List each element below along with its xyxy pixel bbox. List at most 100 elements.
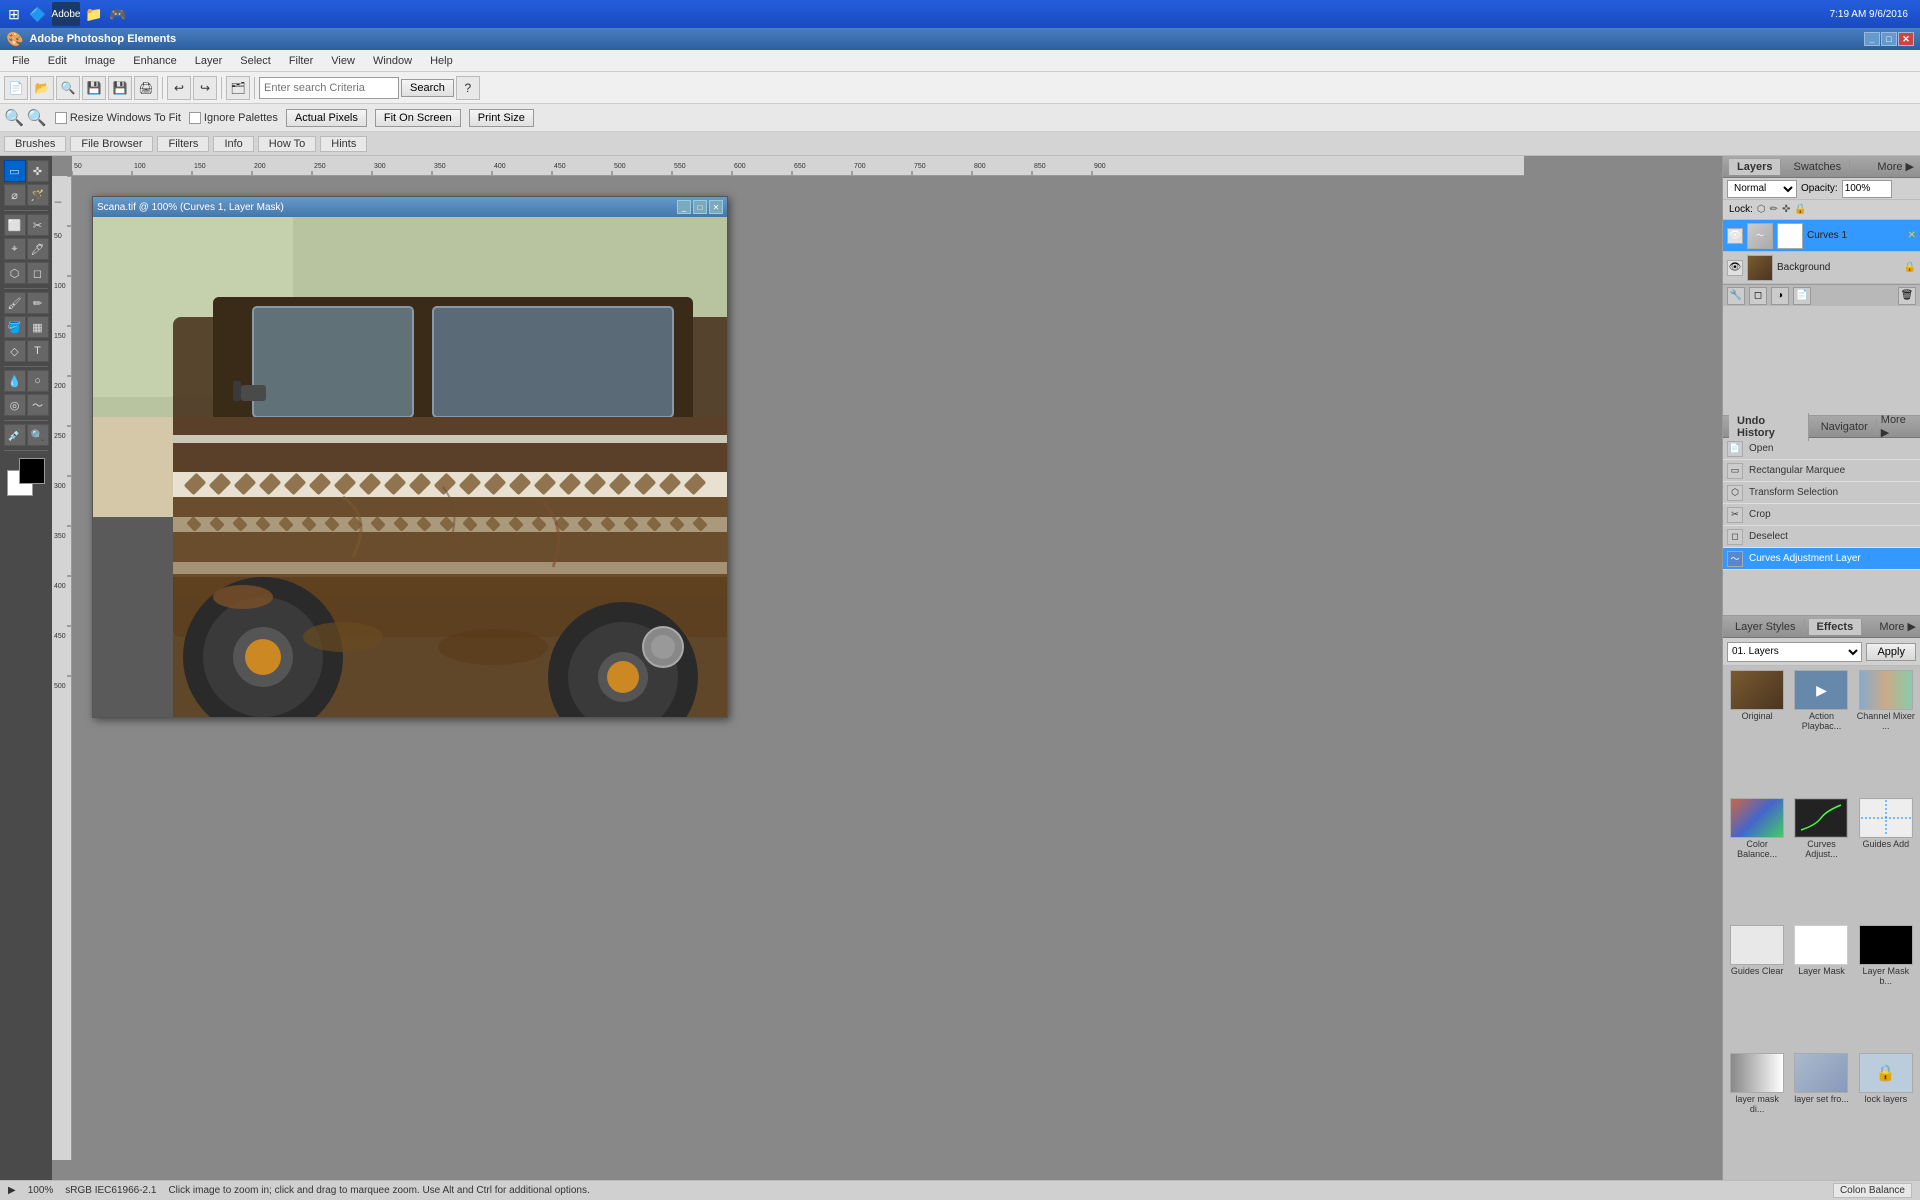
new-layer-button[interactable]: 📄 bbox=[1793, 287, 1811, 305]
effects-category-select[interactable]: 01. Layers bbox=[1727, 642, 1862, 662]
healing-brush[interactable]: ⌖ bbox=[4, 238, 26, 260]
menu-view[interactable]: View bbox=[323, 53, 363, 69]
menu-enhance[interactable]: Enhance bbox=[125, 53, 184, 69]
eraser-tool[interactable]: ⬡ bbox=[4, 262, 26, 284]
filters-button[interactable]: Filters bbox=[157, 136, 209, 152]
search-button[interactable]: Search bbox=[401, 79, 454, 97]
start-button[interactable]: ⊞ bbox=[4, 4, 24, 24]
layers-more-button[interactable]: More ▶ bbox=[1877, 160, 1914, 173]
history-curves[interactable]: 〜 Curves Adjustment Layer bbox=[1723, 548, 1920, 570]
taskbar-icon-1[interactable]: 🔷 bbox=[28, 4, 48, 24]
shape-tool[interactable]: ◇ bbox=[4, 340, 26, 362]
taskbar-icon-3[interactable]: 📁 bbox=[84, 4, 104, 24]
redo-button[interactable]: ↪ bbox=[193, 76, 217, 100]
crop-tool[interactable]: ⬜ bbox=[4, 214, 26, 236]
photo-canvas[interactable] bbox=[93, 217, 727, 717]
search-input[interactable] bbox=[264, 82, 394, 94]
new-fill-layer-button[interactable]: ◑ bbox=[1771, 287, 1789, 305]
brushes-button[interactable]: Brushes bbox=[4, 136, 66, 152]
resize-windows-checkbox[interactable] bbox=[55, 112, 67, 124]
doc-maximize[interactable]: □ bbox=[693, 200, 707, 214]
effect-guides-clear[interactable]: Guides Clear bbox=[1727, 925, 1787, 1049]
lock-position-icon[interactable]: ✜ bbox=[1782, 204, 1790, 215]
open-button[interactable]: 📂 bbox=[30, 76, 54, 100]
print-button[interactable]: 🖨 bbox=[134, 76, 158, 100]
layer-visibility-bg[interactable]: 👁 bbox=[1727, 260, 1743, 276]
doc-minimize[interactable]: _ bbox=[677, 200, 691, 214]
menu-help[interactable]: Help bbox=[422, 53, 461, 69]
minimize-button[interactable]: _ bbox=[1864, 32, 1880, 46]
zoom-minus-icon[interactable]: 🔍 bbox=[27, 108, 47, 128]
lock-all-icon[interactable]: 🔒 bbox=[1794, 204, 1806, 215]
search-box[interactable] bbox=[259, 77, 399, 99]
history-more-button[interactable]: More ▶ bbox=[1881, 414, 1914, 439]
cookie-cutter[interactable]: ✂ bbox=[27, 214, 49, 236]
layer-curves1[interactable]: 👁 〜 Curves 1 ✕ bbox=[1723, 220, 1920, 252]
effect-layer-mask-di[interactable]: layer mask di... bbox=[1727, 1053, 1787, 1177]
info-button[interactable]: Info bbox=[213, 136, 253, 152]
effect-action-playback[interactable]: ▶ Action Playbac... bbox=[1791, 670, 1851, 794]
dodge-tool[interactable]: ○ bbox=[27, 370, 49, 392]
actual-pixels-button[interactable]: Actual Pixels bbox=[286, 109, 367, 127]
zoom-tool[interactable]: 🔍 bbox=[27, 424, 49, 446]
browse-button[interactable]: 🔍 bbox=[56, 76, 80, 100]
apply-effect-button[interactable]: Apply bbox=[1866, 643, 1916, 661]
history-deselect[interactable]: ◻ Deselect bbox=[1723, 526, 1920, 548]
effect-guides-add[interactable]: Guides Add bbox=[1856, 798, 1916, 922]
maximize-button[interactable]: □ bbox=[1881, 32, 1897, 46]
effect-layer-set[interactable]: layer set fro... bbox=[1791, 1053, 1851, 1177]
new-file-button[interactable]: 📄 bbox=[4, 76, 28, 100]
history-transform[interactable]: ⬡ Transform Selection bbox=[1723, 482, 1920, 504]
history-crop[interactable]: ✂ Crop bbox=[1723, 504, 1920, 526]
effect-channel-mixer[interactable]: Channel Mixer ... bbox=[1856, 670, 1916, 794]
marquee-tool[interactable]: ▭ bbox=[4, 160, 26, 182]
blend-mode-select[interactable]: Normal bbox=[1727, 180, 1797, 198]
ignore-palettes-checkbox[interactable] bbox=[189, 112, 201, 124]
delete-layer-button[interactable]: 🗑 bbox=[1898, 287, 1916, 305]
effect-curves[interactable]: Curves Adjust... bbox=[1791, 798, 1851, 922]
layer-delete-curves1[interactable]: ✕ bbox=[1908, 230, 1916, 241]
navigator-tab[interactable]: Navigator bbox=[1813, 419, 1877, 435]
menu-filter[interactable]: Filter bbox=[281, 53, 321, 69]
file-browser-button[interactable]: File Browser bbox=[70, 136, 153, 152]
lock-transparency-icon[interactable]: ⬡ bbox=[1757, 204, 1766, 215]
clone-stamp[interactable]: 🖊 bbox=[27, 238, 49, 260]
help-button[interactable]: ? bbox=[456, 76, 480, 100]
effect-color-balance[interactable]: Color Balance... bbox=[1727, 798, 1787, 922]
effects-tab[interactable]: Effects bbox=[1809, 619, 1863, 635]
zoom-plus-icon[interactable]: 🔍 bbox=[4, 108, 24, 128]
swatches-tab[interactable]: Swatches bbox=[1785, 159, 1850, 175]
paint-bucket[interactable]: 🪣 bbox=[4, 316, 26, 338]
menu-layer[interactable]: Layer bbox=[187, 53, 231, 69]
effect-layer-mask-b[interactable]: Layer Mask b... bbox=[1856, 925, 1916, 1049]
taskbar-icon-4[interactable]: 🎮 bbox=[108, 4, 128, 24]
effect-original[interactable]: Original bbox=[1727, 670, 1787, 794]
gradient-tool[interactable]: ▦ bbox=[27, 316, 49, 338]
save-as-button[interactable]: 💾 bbox=[108, 76, 132, 100]
add-style-button[interactable]: 🔧 bbox=[1727, 287, 1745, 305]
taskbar-icon-2[interactable]: Adobe bbox=[52, 2, 80, 26]
menu-image[interactable]: Image bbox=[77, 53, 124, 69]
how-to-button[interactable]: How To bbox=[258, 136, 316, 152]
layers-tab[interactable]: Layers bbox=[1729, 159, 1781, 175]
effects-more-button[interactable]: More ▶ bbox=[1879, 620, 1916, 633]
fit-on-screen-button[interactable]: Fit On Screen bbox=[375, 109, 461, 127]
effect-layer-mask[interactable]: Layer Mask bbox=[1791, 925, 1851, 1049]
hints-button[interactable]: Hints bbox=[320, 136, 367, 152]
pencil-tool[interactable]: ✏ bbox=[27, 292, 49, 314]
add-mask-button[interactable]: ◻ bbox=[1749, 287, 1767, 305]
doc-close[interactable]: ✕ bbox=[709, 200, 723, 214]
foreground-color[interactable] bbox=[19, 458, 45, 484]
layer-visibility-curves1[interactable]: 👁 bbox=[1727, 228, 1743, 244]
undo-history-tab[interactable]: Undo History bbox=[1729, 413, 1809, 441]
menu-edit[interactable]: Edit bbox=[40, 53, 75, 69]
magic-wand-tool[interactable]: 🪄 bbox=[27, 184, 49, 206]
history-marquee[interactable]: ▭ Rectangular Marquee bbox=[1723, 460, 1920, 482]
move-tool[interactable]: ✜ bbox=[27, 160, 49, 182]
type-tool[interactable]: T bbox=[27, 340, 49, 362]
brush-tool[interactable]: 🖌 bbox=[4, 292, 26, 314]
smudge-tool[interactable]: 〜 bbox=[27, 394, 49, 416]
layer-styles-tab[interactable]: Layer Styles bbox=[1727, 619, 1805, 635]
effect-lock-layers[interactable]: 🔒 lock layers bbox=[1856, 1053, 1916, 1177]
print-size-button[interactable]: Print Size bbox=[469, 109, 534, 127]
